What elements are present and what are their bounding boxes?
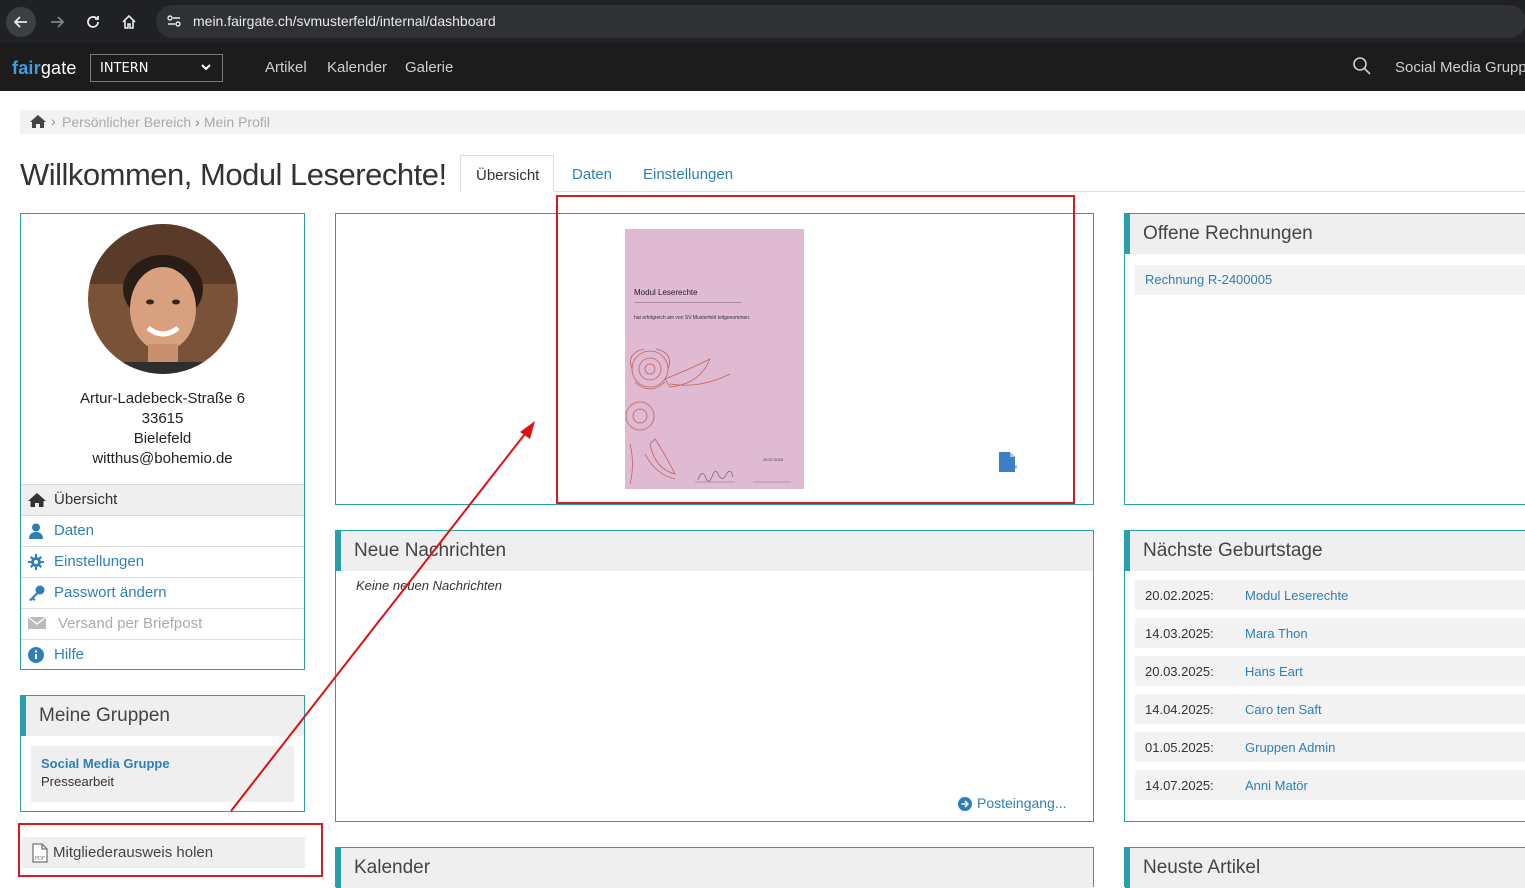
birthday-name-link[interactable]: Gruppen Admin <box>1245 740 1335 755</box>
breadcrumb-item[interactable]: Persönlicher Bereich <box>62 114 191 130</box>
birthday-date: 14.07.2025: <box>1145 778 1214 793</box>
articles-panel: Neuste Artikel <box>1124 847 1525 888</box>
profile-menu: Übersicht Daten Einstellungen Passwort ä… <box>21 484 304 670</box>
breadcrumb-separator-icon: › <box>195 114 200 130</box>
profile-street: Artur-Ladebeck-Straße 6 <box>79 390 246 407</box>
profile-menu-uebersicht[interactable]: Übersicht <box>21 484 304 515</box>
profile-menu-label: Passwort ändern <box>54 584 167 601</box>
profile-menu-label: Daten <box>54 522 95 539</box>
articles-title: Neuste Artikel <box>1125 848 1525 888</box>
profile-menu-label: Einstellungen <box>54 553 145 570</box>
site-settings-icon[interactable] <box>166 13 182 29</box>
groups-title: Meine Gruppen <box>21 696 304 736</box>
home-icon[interactable] <box>114 7 144 37</box>
annotation-highlight <box>18 823 323 877</box>
area-select[interactable]: INTERN <box>90 54 223 82</box>
breadcrumb: › Persönlicher Bereich › Mein Profil <box>20 110 1525 134</box>
forward-icon[interactable] <box>42 7 72 37</box>
profile-email: witthus@bohemio.de <box>92 450 233 467</box>
fairgate-logo[interactable]: fairgate <box>12 58 77 79</box>
profile-menu-label: Übersicht <box>54 491 118 508</box>
nav-item-galerie[interactable]: Galerie <box>405 59 453 76</box>
reload-icon[interactable] <box>78 7 108 37</box>
app-navbar: fairgate INTERN Artikel Kalender Galerie… <box>0 43 1525 91</box>
back-icon[interactable] <box>6 7 36 37</box>
breadcrumb-separator-icon: › <box>51 113 56 129</box>
calendar-title: Kalender <box>336 848 1093 888</box>
avatar <box>88 224 238 374</box>
birthday-row: 14.04.2025: Caro ten Saft <box>1135 694 1525 724</box>
breadcrumb-item-current: Mein Profil <box>203 114 270 130</box>
profile-menu-hilfe[interactable]: Hilfe <box>21 639 304 670</box>
birthday-row: 01.05.2025: Gruppen Admin <box>1135 732 1525 762</box>
birthday-date: 14.03.2025: <box>1145 626 1214 641</box>
area-select-value: INTERN <box>100 61 149 76</box>
nav-item-artikel[interactable]: Artikel <box>265 59 307 76</box>
browser-toolbar: mein.fairgate.ch/svmusterfeld/internal/d… <box>0 0 1525 43</box>
profile-menu-label: Versand per Briefpost <box>58 615 203 632</box>
messages-panel: Neue Nachrichten Keine neuen Nachrichten… <box>335 530 1094 822</box>
invoices-panel: Offene Rechnungen Rechnung R-2400005 <box>1124 213 1525 505</box>
birthday-name-link[interactable]: Caro ten Saft <box>1245 702 1322 717</box>
chevron-down-icon <box>201 64 211 71</box>
profile-menu-passwort[interactable]: Passwort ändern <box>21 577 304 608</box>
home-icon[interactable] <box>30 114 46 129</box>
info-icon <box>28 647 44 663</box>
nav-item-kalender[interactable]: Kalender <box>327 59 387 76</box>
birthdays-title: Nächste Geburtstage <box>1125 531 1525 571</box>
inbox-link-label: Posteingang... <box>977 795 1067 811</box>
birthday-name-link[interactable]: Anni Matör <box>1245 778 1308 793</box>
profile-menu-briefpost: Versand per Briefpost <box>21 608 304 639</box>
page-title: Willkommen, Modul Leserechte! <box>20 157 447 192</box>
arrow-circle-right-icon <box>958 797 972 811</box>
messages-title: Neue Nachrichten <box>336 531 1093 571</box>
url-text: mein.fairgate.ch/svmusterfeld/internal/d… <box>193 13 496 29</box>
birthdays-panel: Nächste Geburtstage 20.02.2025: Modul Les… <box>1124 530 1525 822</box>
profile-zip: 33615 <box>141 410 184 427</box>
invoice-link[interactable]: Rechnung R-2400005 <box>1135 265 1525 295</box>
user-icon <box>29 523 43 539</box>
address-bar[interactable]: mein.fairgate.ch/svmusterfeld/internal/d… <box>156 5 1525 38</box>
birthday-name-link[interactable]: Modul Leserechte <box>1245 588 1348 603</box>
birthday-date: 20.03.2025: <box>1145 664 1214 679</box>
profile-city: Bielefeld <box>133 430 192 447</box>
key-icon <box>29 585 45 601</box>
nav-group-menu[interactable]: Social Media Gruppe <box>1395 59 1525 76</box>
groups-panel: Meine Gruppen Social Media Gruppe Presse… <box>20 695 305 812</box>
gear-icon <box>28 554 44 570</box>
group-role: Pressearbeit <box>41 774 114 789</box>
group-name[interactable]: Social Media Gruppe <box>41 756 284 771</box>
messages-empty-text: Keine neuen Nachrichten <box>356 578 502 593</box>
birthday-row: 20.02.2025: Modul Leserechte <box>1135 580 1525 610</box>
profile-menu-label: Hilfe <box>54 646 85 663</box>
profile-menu-daten[interactable]: Daten <box>21 515 304 546</box>
birthday-row: 14.03.2025: Mara Thon <box>1135 618 1525 648</box>
calendar-panel: Kalender <box>335 847 1094 888</box>
home-icon <box>28 493 46 507</box>
inbox-link[interactable]: Posteingang... <box>958 795 1067 811</box>
profile-panel: Artur-Ladebeck-Straße 6 33615 Bielefeld … <box>20 213 305 670</box>
group-card[interactable]: Social Media Gruppe Pressearbeit <box>31 746 294 802</box>
birthday-date: 20.02.2025: <box>1145 588 1214 603</box>
tab-uebersicht[interactable]: Übersicht <box>460 155 554 192</box>
birthday-name-link[interactable]: Hans Eart <box>1245 664 1303 679</box>
envelope-icon <box>28 616 46 629</box>
annotation-highlight <box>556 195 1075 504</box>
tab-einstellungen[interactable]: Einstellungen <box>628 155 748 192</box>
birthday-date: 01.05.2025: <box>1145 740 1214 755</box>
birthday-row: 14.07.2025: Anni Matör <box>1135 770 1525 800</box>
search-icon[interactable] <box>1352 56 1372 76</box>
profile-menu-einstellungen[interactable]: Einstellungen <box>21 546 304 577</box>
birthday-row: 20.03.2025: Hans Eart <box>1135 656 1525 686</box>
tab-daten[interactable]: Daten <box>557 155 627 192</box>
birthday-name-link[interactable]: Mara Thon <box>1245 626 1308 641</box>
birthday-date: 14.04.2025: <box>1145 702 1214 717</box>
invoices-title: Offene Rechnungen <box>1125 214 1525 254</box>
